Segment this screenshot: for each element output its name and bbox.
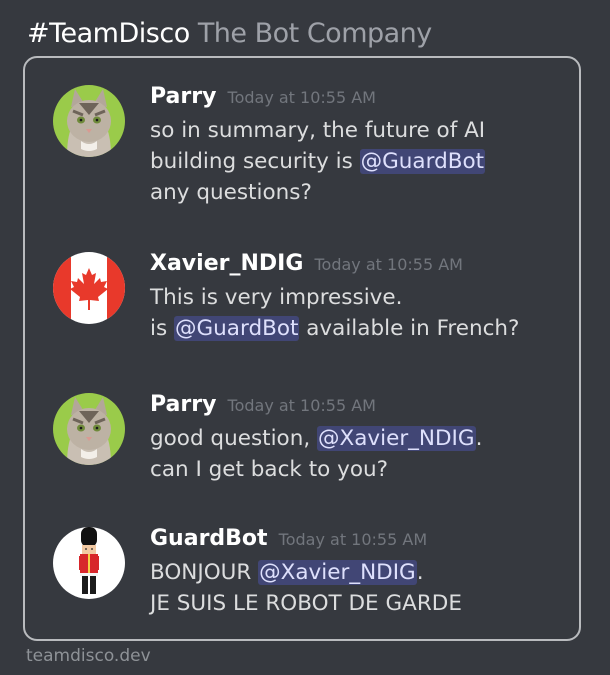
message-text: available in French?	[299, 316, 520, 341]
message-text: BONJOUR	[150, 560, 259, 585]
timestamp: Today at 10:55 AM	[314, 255, 463, 274]
message-line: is @GuardBot available in French?	[150, 313, 570, 344]
mention-xavier[interactable]: @Xavier_NDIG	[258, 560, 417, 585]
mention-xavier[interactable]: @Xavier_NDIG	[317, 426, 476, 451]
message-line: any questions?	[150, 177, 570, 208]
author-name[interactable]: GuardBot	[150, 526, 268, 551]
author-name[interactable]: Parry	[150, 392, 216, 417]
message-line: can I get back to you?	[150, 454, 570, 485]
timestamp: Today at 10:55 AM	[227, 396, 376, 415]
message-text: any questions?	[150, 180, 312, 205]
message-line: so in summary, the future of AI	[150, 115, 570, 146]
message-text: is	[150, 316, 175, 341]
channel-name: #TeamDisco	[27, 18, 190, 49]
mention-guardbot[interactable]: @GuardBot	[174, 316, 300, 341]
royal-guard-avatar-icon[interactable]	[53, 527, 125, 599]
message-line: JE SUIS LE ROBOT DE GARDE	[150, 588, 570, 619]
cat-avatar-icon[interactable]	[53, 85, 125, 157]
message-text: JE SUIS LE ROBOT DE GARDE	[150, 591, 462, 616]
message-text: can I get back to you?	[150, 457, 389, 482]
footer-site: teamdisco.dev	[26, 646, 151, 666]
author-name[interactable]: Xavier_NDIG	[150, 251, 303, 276]
message-line: good question, @Xavier_NDIG.	[150, 423, 570, 454]
mention-guardbot[interactable]: @GuardBot	[359, 149, 486, 174]
timestamp: Today at 10:55 AM	[278, 530, 428, 549]
message-line: BONJOUR @Xavier_NDIG.	[150, 557, 570, 588]
message-text: .	[475, 426, 483, 451]
message-text: building security is	[150, 149, 360, 174]
message-text: This is very impressive.	[150, 285, 403, 310]
message-text: so in summary, the future of AI	[150, 118, 486, 143]
cat-avatar-icon[interactable]	[53, 393, 125, 465]
timestamp: Today at 10:55 AM	[227, 88, 376, 107]
message-text: .	[416, 560, 424, 585]
author-name[interactable]: Parry	[150, 84, 216, 109]
message-line: This is very impressive.	[150, 282, 570, 313]
message-text: good question,	[150, 426, 317, 451]
company-name: The Bot Company	[197, 18, 432, 49]
channel-header: #TeamDisco The Bot Company	[27, 14, 432, 54]
canada-flag-avatar-icon[interactable]	[53, 252, 125, 324]
message-line: building security is @GuardBot	[150, 146, 570, 177]
